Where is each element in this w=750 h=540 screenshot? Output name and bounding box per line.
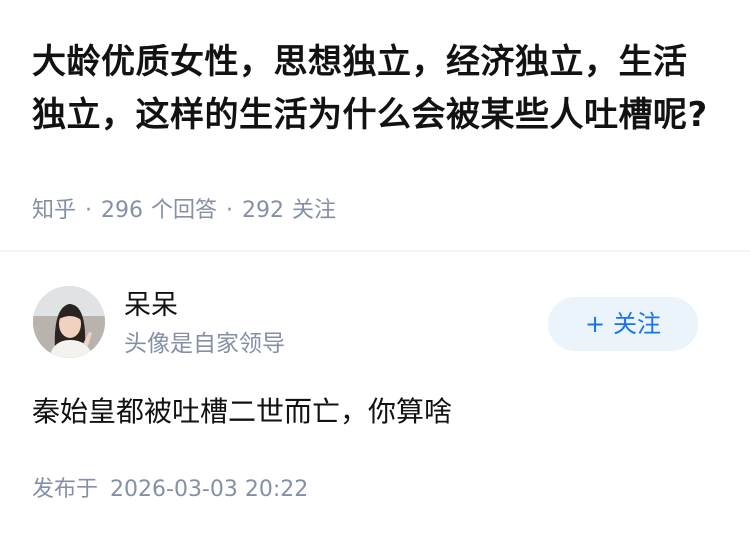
question-meta: 知乎 · 296 个回答 · 292 关注 bbox=[32, 196, 336, 226]
meta-separator: · bbox=[85, 198, 93, 223]
publish-info: 发布于 2026-03-03 20:22 bbox=[32, 475, 308, 505]
follower-count-label: 关注 bbox=[292, 198, 337, 223]
follow-button-label: 关注 bbox=[613, 310, 662, 338]
publish-label: 发布于 bbox=[32, 477, 99, 502]
question-title[interactable]: 大龄优质女性，思想独立，经济独立，生活独立，这样的生活为什么会被某些人吐槽呢? bbox=[32, 36, 720, 142]
publish-time: 2026-03-03 20:22 bbox=[110, 477, 309, 502]
answer-content[interactable]: 秦始皇都被吐槽二世而亡，你算啥 bbox=[32, 392, 452, 432]
answer-count-label[interactable]: 个回答 bbox=[151, 198, 217, 223]
source-label[interactable]: 知乎 bbox=[32, 198, 76, 223]
follower-count: 292 bbox=[242, 198, 285, 223]
author-name[interactable]: 呆呆 bbox=[124, 288, 178, 324]
follow-button[interactable]: + 关注 bbox=[548, 297, 698, 351]
meta-separator: · bbox=[226, 198, 234, 223]
plus-icon: + bbox=[584, 310, 606, 338]
avatar[interactable] bbox=[33, 286, 105, 358]
avatar-image bbox=[33, 286, 105, 358]
answer-card: 呆呆 头像是自家领导 + 关注 秦始皇都被吐槽二世而亡，你算啥 发布于 2026-0… bbox=[0, 252, 750, 540]
answer-count: 296 bbox=[101, 198, 144, 223]
question-header: 大龄优质女性，思想独立，经济独立，生活独立，这样的生活为什么会被某些人吐槽呢? … bbox=[0, 0, 750, 250]
author-bio: 头像是自家领导 bbox=[124, 331, 285, 357]
